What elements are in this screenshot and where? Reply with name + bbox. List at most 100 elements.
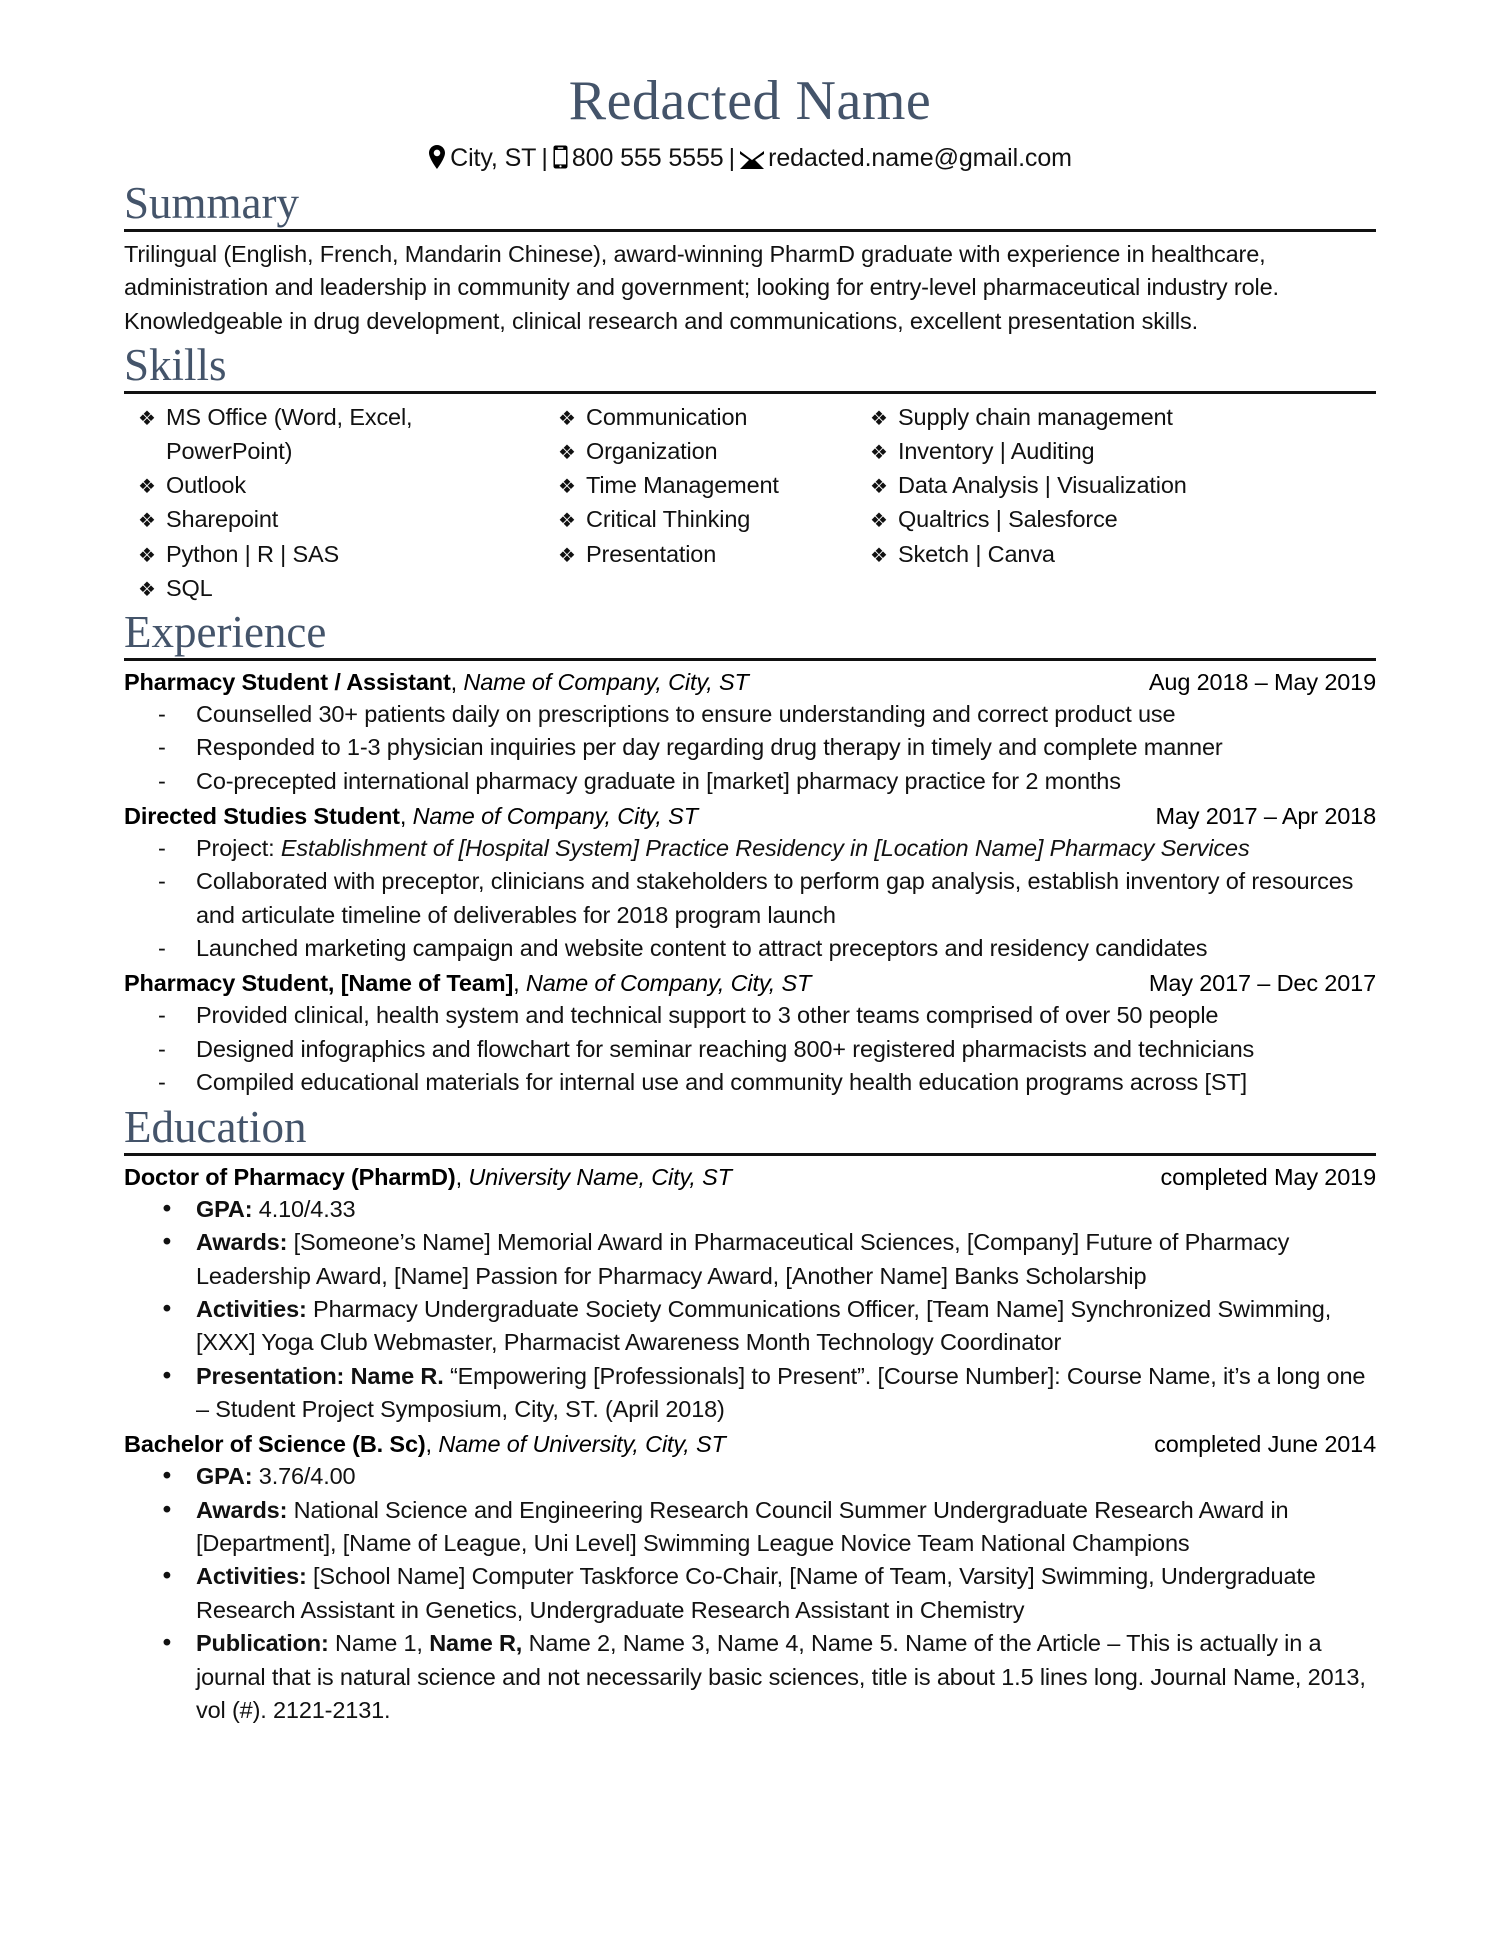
dot-bullet-icon: • — [160, 1194, 174, 1223]
list-item: • Activities: Pharmacy Undergraduate Soci… — [124, 1293, 1376, 1360]
list-item-body: Pharmacy Undergraduate Society Communica… — [196, 1295, 1332, 1356]
experience-company: Name of Company, City, ST — [463, 668, 749, 695]
skill-item: ❖ Sharepoint — [124, 502, 544, 536]
list-item: • Publication: Name 1, Name R, Name 2, Na… — [124, 1627, 1376, 1727]
list-item-label: GPA: — [196, 1195, 253, 1222]
skill-label: Supply chain management — [898, 404, 1173, 431]
dot-bullet-icon: • — [160, 1495, 174, 1524]
skill-bullet-icon: ❖ — [138, 508, 156, 533]
dash-bullet-icon: - — [158, 700, 166, 727]
experience-company: Name of Company, City, ST — [525, 970, 812, 997]
education-list: Doctor of Pharmacy (PharmD), University … — [124, 1162, 1376, 1727]
section-rule-summary — [124, 228, 1376, 232]
list-item-text: Co-precepted international pharmacy grad… — [196, 767, 1121, 794]
contact-separator-1: | — [541, 143, 548, 172]
list-item: - Counselled 30+ patients daily on prescr… — [124, 698, 1376, 731]
experience-title-separator: , — [450, 668, 464, 695]
list-item-label: Awards: — [196, 1496, 288, 1523]
dot-bullet-icon: • — [160, 1462, 174, 1491]
section-rule-skills — [124, 391, 1376, 395]
section-rule-education — [124, 1152, 1376, 1156]
list-item-label: Activities: — [196, 1295, 307, 1322]
experience-entry-header: Pharmacy Student / Assistant, Name of Co… — [124, 667, 1376, 698]
list-item-text: Activities: Pharmacy Undergraduate Socie… — [196, 1293, 1376, 1360]
skill-item: ❖ Critical Thinking — [544, 502, 856, 536]
education-dates: completed June 2014 — [1154, 1431, 1376, 1458]
skill-item: ❖ Python | R | SAS — [124, 537, 544, 571]
list-item: • Awards: National Science and Engineerin… — [124, 1494, 1376, 1561]
list-item-body: [Someone’s Name] Memorial Award in Pharm… — [196, 1229, 1290, 1289]
list-item-text: Compiled educational materials for inter… — [196, 1069, 1248, 1096]
list-item-italic-text: Establishment of [Hospital System] Pract… — [280, 835, 1250, 862]
experience-entry-header: Directed Studies Student, Name of Compan… — [124, 801, 1376, 832]
skills-column-2: ❖ Communication ❖ Organization ❖ Time Managem… — [544, 400, 856, 604]
skill-label: Time Management — [586, 472, 779, 499]
dot-bullet-icon: • — [160, 1228, 174, 1257]
dash-bullet-icon: - — [158, 1069, 166, 1096]
list-item-text: Awards: National Science and Engineering… — [196, 1494, 1376, 1561]
skill-label: Presentation — [586, 540, 717, 567]
skill-bullet-icon: ❖ — [138, 406, 156, 431]
list-item: • Presentation: Name R. “Empowering [Prof… — [124, 1360, 1376, 1427]
list-item: • GPA: 3.76/4.00 — [124, 1460, 1376, 1493]
contact-line: City, ST | 800 555 5555 | redacted.name@gm… — [124, 143, 1376, 176]
list-item: - Compiled educational materials for inte… — [124, 1066, 1376, 1099]
education-entry-header: Bachelor of Science (B. Sc), Name of Uni… — [124, 1429, 1376, 1460]
skill-item: ❖ Presentation — [544, 537, 856, 571]
experience-job-title: Directed Studies Student — [124, 803, 400, 830]
experience-entry-title-line: Pharmacy Student, [Name of Team], Name o… — [124, 968, 1131, 999]
list-item-text: GPA: 4.10/4.33 — [196, 1193, 1376, 1226]
list-item: - Provided clinical, health system and te… — [124, 999, 1376, 1032]
experience-bullet-list: - Provided clinical, health system and te… — [124, 999, 1376, 1099]
experience-title-separator: , — [399, 803, 413, 830]
list-item-text: Publication: Name 1, Name R, Name 2, Nam… — [196, 1627, 1376, 1727]
education-school: University Name, City, ST — [468, 1163, 732, 1190]
list-item-text: Responded to 1-3 physician inquiries per… — [196, 734, 1223, 761]
experience-bullet-list: - Project: Establishment of [Hospital Sys… — [124, 832, 1376, 965]
contact-separator-2: | — [728, 143, 736, 172]
list-item-text: Provided clinical, health system and tec… — [196, 1002, 1219, 1029]
skill-label: Python | R | SAS — [166, 540, 340, 567]
skills-column-1: ❖ MS Office (Word, Excel, PowerPoint) ❖ Out… — [124, 400, 544, 604]
list-item-body: 3.76/4.00 — [252, 1463, 356, 1490]
skill-bullet-icon: ❖ — [138, 576, 156, 601]
dash-bullet-icon: - — [158, 1035, 166, 1062]
list-item-label: Presentation: Name R. — [196, 1362, 444, 1389]
dot-bullet-icon: • — [160, 1361, 174, 1390]
experience-bullet-list: - Counselled 30+ patients daily on prescr… — [124, 698, 1376, 798]
education-bullet-list: • GPA: 4.10/4.33 • Awards: [Someone’s Name]… — [124, 1193, 1376, 1427]
skill-bullet-icon: ❖ — [870, 406, 888, 431]
skill-item: ❖ Supply chain management — [856, 400, 1376, 434]
list-item: • Awards: [Someone’s Name] Memorial Award… — [124, 1226, 1376, 1293]
skill-label: Qualtrics | Salesforce — [898, 506, 1118, 533]
education-title-separator: , — [425, 1431, 439, 1458]
skill-item: ❖ Communication — [544, 400, 856, 434]
experience-title-separator: , — [513, 970, 526, 997]
skill-item: ❖ Qualtrics | Salesforce — [856, 502, 1376, 536]
experience-company: Name of Company, City, ST — [412, 803, 698, 830]
experience-dates: May 2017 – Dec 2017 — [1148, 970, 1376, 997]
skill-bullet-icon: ❖ — [558, 508, 576, 533]
experience-job-title: Pharmacy Student / Assistant — [124, 668, 451, 695]
skill-bullet-icon: ❖ — [870, 508, 888, 533]
education-dates: completed May 2019 — [1160, 1163, 1377, 1190]
education-degree: Bachelor of Science (B. Sc) — [124, 1431, 426, 1458]
publication-author-highlight: Name R, — [429, 1630, 523, 1657]
list-item-text: Designed infographics and flowchart for … — [196, 1035, 1255, 1062]
mobile-phone-icon — [553, 145, 568, 176]
experience-entry-title-line: Pharmacy Student / Assistant, Name of Co… — [124, 667, 1131, 698]
contact-phone: 800 555 5555 — [571, 143, 724, 172]
section-education: Education Doctor of Pharmacy (PharmD), U… — [124, 1100, 1376, 1728]
skill-bullet-icon: ❖ — [558, 406, 576, 431]
envelope-icon — [740, 146, 765, 176]
dash-bullet-icon: - — [158, 767, 166, 794]
education-bullet-list: • GPA: 3.76/4.00 • Awards: National Science… — [124, 1460, 1376, 1727]
skill-item: ❖ Organization — [544, 434, 856, 468]
list-item-text: Presentation: Name R. “Empowering [Profe… — [196, 1360, 1376, 1427]
section-skills: Skills ❖ MS Office (Word, Excel, PowerPoi… — [124, 338, 1376, 605]
skill-item: ❖ Sketch | Canva — [856, 537, 1376, 571]
section-heading-education: Education — [124, 1101, 307, 1152]
section-experience: Experience Pharmacy Student / Assistant,… — [124, 605, 1376, 1100]
experience-dates: May 2017 – Apr 2018 — [1155, 803, 1376, 830]
skill-bullet-icon: ❖ — [870, 474, 888, 499]
